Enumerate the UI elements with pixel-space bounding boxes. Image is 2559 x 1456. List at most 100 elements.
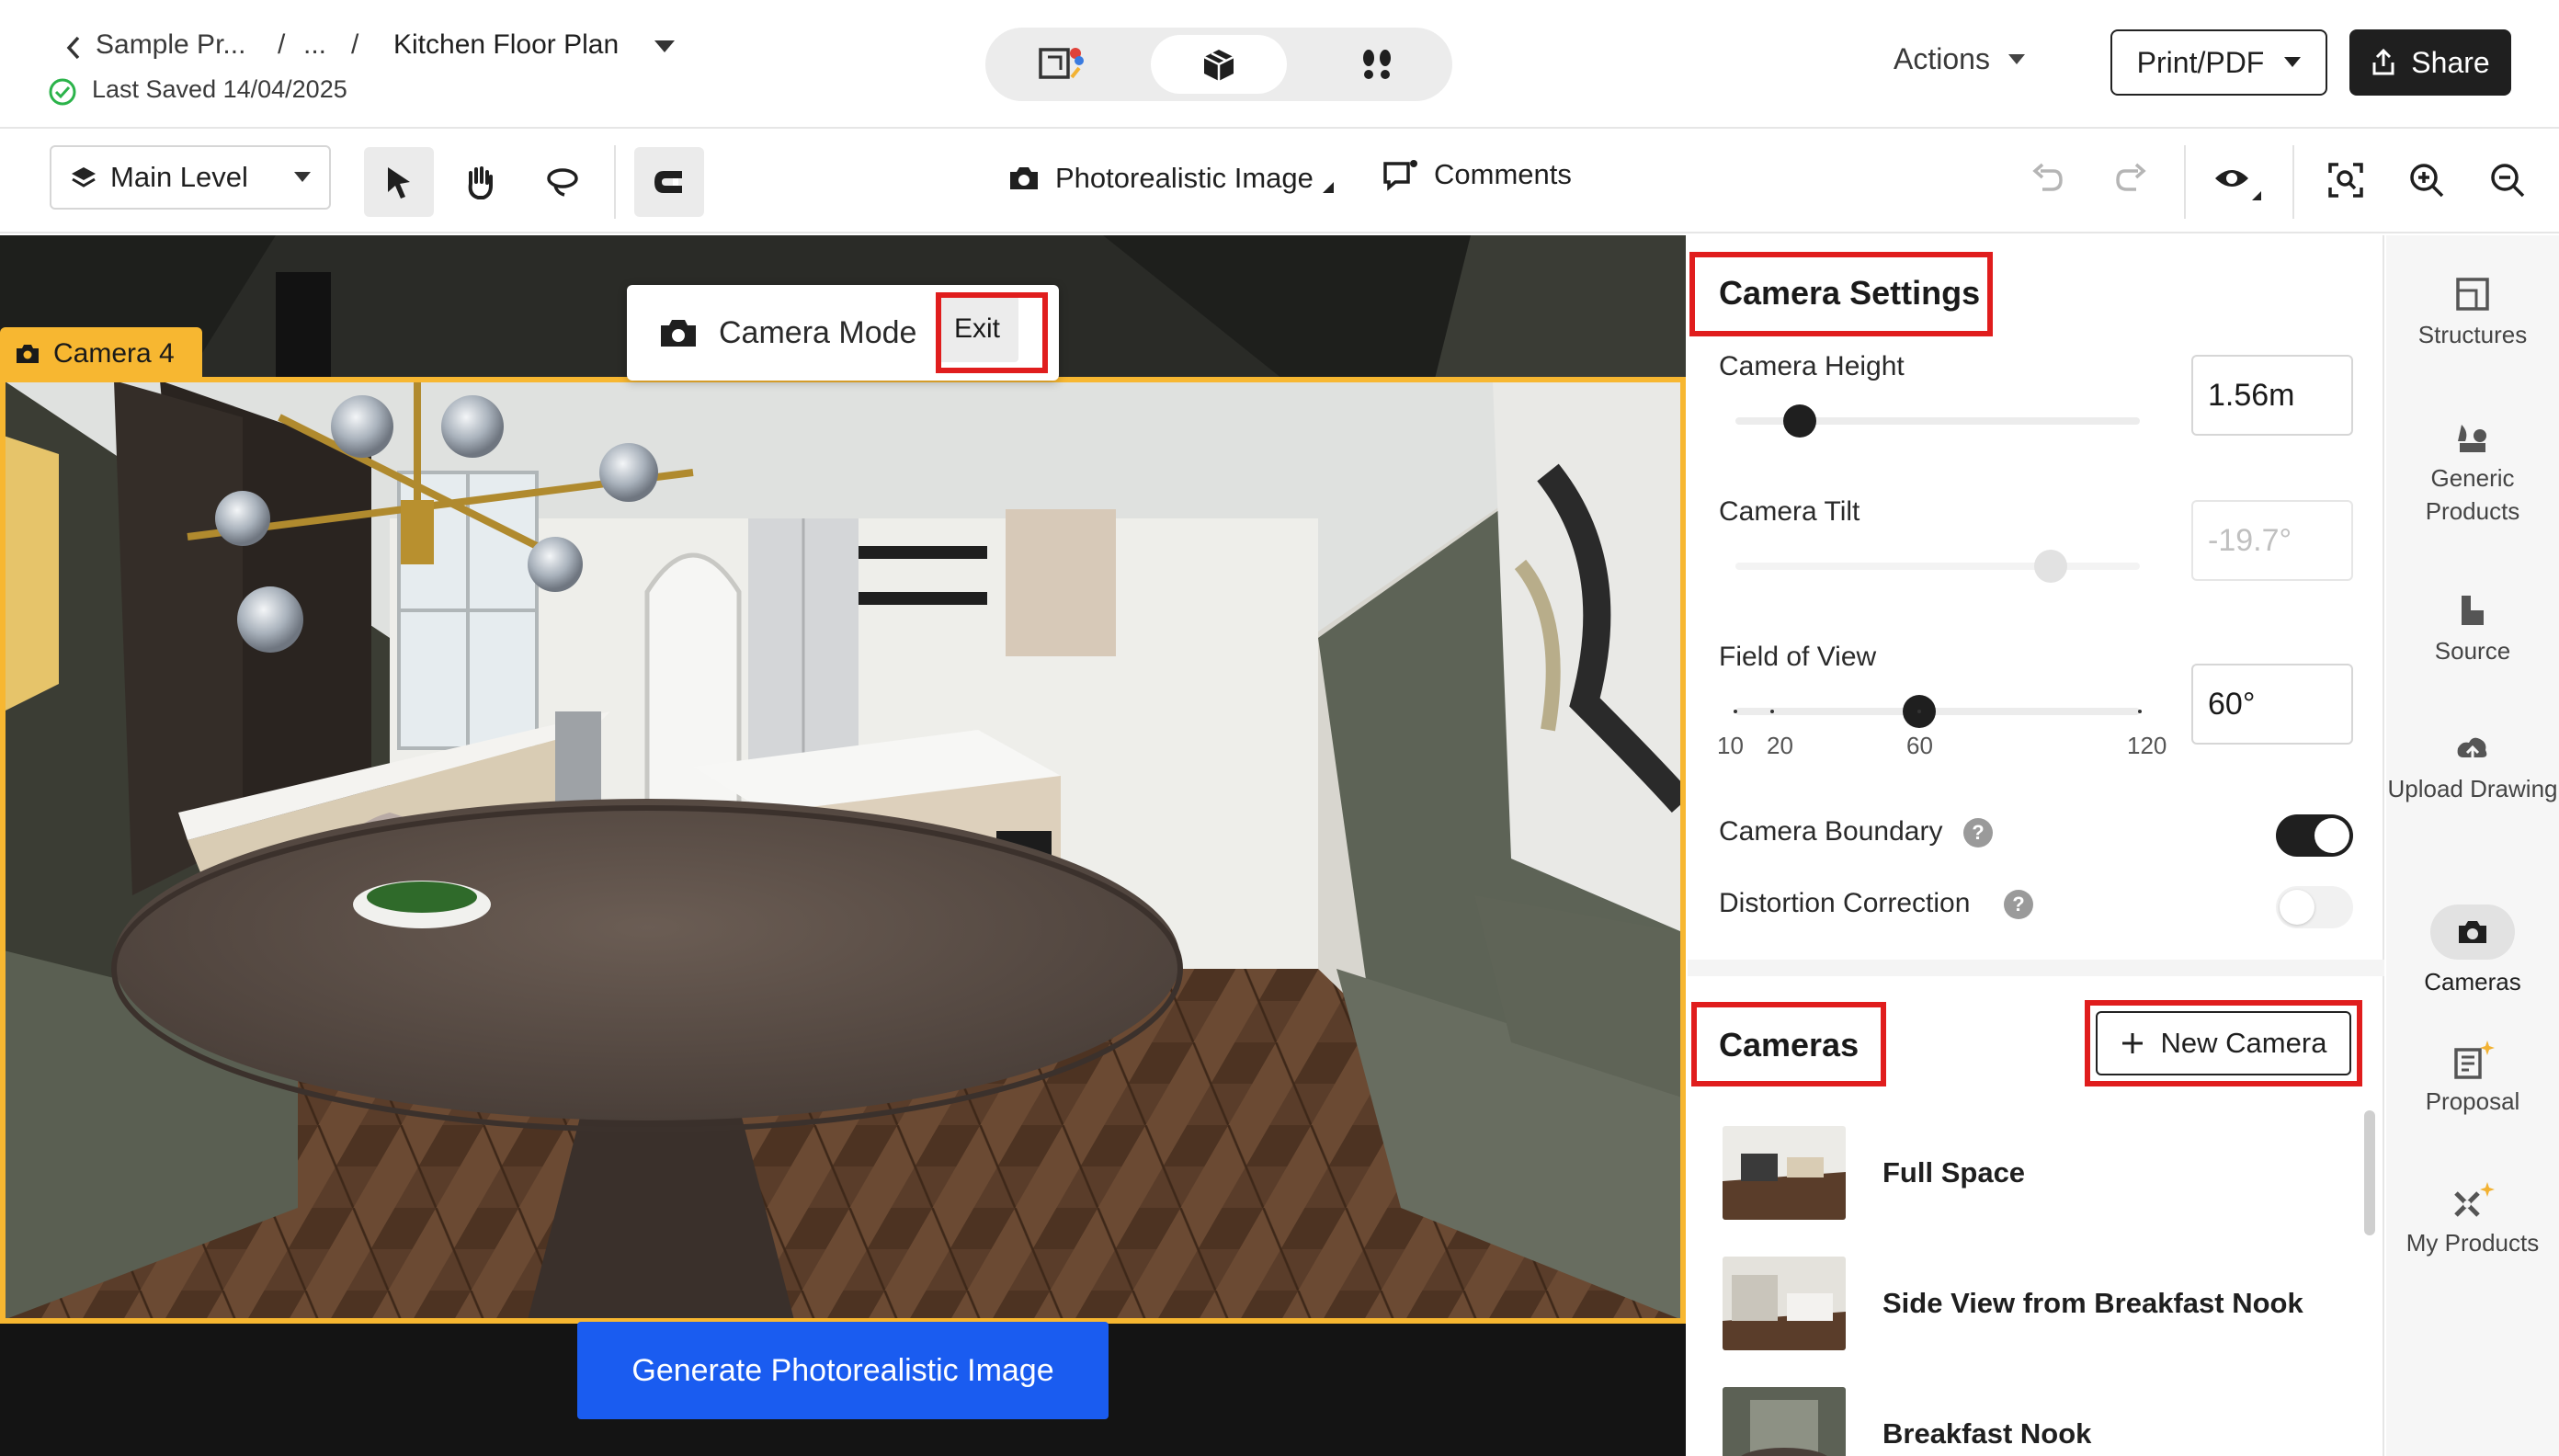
toggle-knob [2280, 890, 2314, 925]
view-walkthrough-button[interactable] [1309, 35, 1445, 94]
camera-view-frame [0, 377, 1686, 1324]
rail-item-generic-products[interactable]: Generic Products [2386, 419, 2559, 528]
actions-menu[interactable]: Actions [1894, 42, 2025, 76]
rail-item-cameras[interactable]: Cameras [2386, 904, 2559, 998]
camera-mode-label: Camera Mode [719, 314, 917, 350]
rail-item-upload-drawing[interactable]: Upload Drawing [2386, 734, 2559, 805]
toggle-knob [2314, 818, 2349, 853]
lasso-icon [544, 165, 581, 199]
zoom-in-icon[interactable] [2408, 162, 2445, 199]
new-camera-button[interactable]: New Camera [2096, 1011, 2351, 1075]
photorealistic-image-tab[interactable]: Photorealistic Image [1007, 162, 1334, 195]
walkthrough-icon [1359, 46, 1395, 83]
camera-item-name: Breakfast Nook [1882, 1417, 2092, 1450]
rail-label: Generic Products [2425, 464, 2520, 525]
main-toolbar: Main Level Photorealistic Image Comments [0, 131, 2559, 233]
redo-icon[interactable] [2112, 162, 2149, 195]
camera-settings-title: Camera Settings [1719, 274, 1981, 312]
select-tool[interactable] [364, 147, 434, 217]
rail-item-proposal[interactable]: Proposal [2386, 1039, 2559, 1118]
zoom-out-icon[interactable] [2489, 162, 2526, 199]
plan-title: Kitchen Floor Plan [393, 29, 620, 60]
camera-tag-label: Camera 4 [53, 338, 175, 369]
camera-tilt-track[interactable] [1735, 563, 2140, 570]
help-icon[interactable]: ? [2004, 890, 2033, 919]
toolbar-divider [2292, 145, 2294, 219]
rail-label: Proposal [2425, 1087, 2520, 1115]
breadcrumb-separator: / [351, 29, 359, 60]
layers-icon [70, 165, 97, 190]
upload-drawing-icon [2454, 734, 2491, 767]
structures-icon [2454, 276, 2491, 313]
camera-boundary-toggle[interactable] [2276, 814, 2353, 857]
source-icon [2454, 592, 2491, 629]
last-saved-status: Last Saved 14/04/2025 [92, 75, 347, 103]
rail-item-structures[interactable]: Structures [2386, 276, 2559, 351]
level-label: Main Level [110, 161, 248, 193]
visibility-eye-icon[interactable] [2213, 164, 2261, 200]
chevron-left-icon[interactable] [64, 35, 83, 61]
3d-box-icon [1200, 46, 1237, 83]
cursor-arrow-icon [382, 164, 415, 200]
rail-item-my-products[interactable]: My Products [2386, 1180, 2559, 1259]
chevron-down-icon [294, 172, 311, 183]
camera-tilt-input[interactable]: -19.7° [2191, 500, 2353, 581]
actions-label: Actions [1894, 42, 1990, 75]
rail-item-source[interactable]: Source [2386, 592, 2559, 667]
fov-tick-mark [1917, 710, 1921, 713]
cameras-list-scrollbar[interactable] [2364, 1110, 2375, 1235]
comment-icon [1382, 158, 1419, 191]
help-icon[interactable]: ? [1963, 818, 1993, 847]
camera-height-input[interactable]: 1.56m [2191, 355, 2353, 436]
print-pdf-button[interactable]: Print/PDF [2110, 29, 2327, 96]
section-divider [1688, 960, 2384, 976]
2d-plan-icon [1037, 44, 1085, 85]
fov-tick-mark [1770, 710, 1774, 713]
pan-tool[interactable] [445, 147, 515, 217]
view-mode-toggle [985, 28, 1452, 101]
camera-list-item[interactable]: Side View from Breakfast Nook [1723, 1256, 2348, 1351]
camera-tilt-label: Camera Tilt [1719, 496, 1860, 527]
measure-tool[interactable] [634, 147, 704, 217]
share-label: Share [2411, 45, 2490, 79]
view-3d-button[interactable] [1151, 35, 1287, 94]
app-header: Sample Pr... / ... / Kitchen Floor Plan … [0, 0, 2559, 129]
share-icon [2371, 49, 2396, 76]
3d-viewport[interactable]: Camera 4 Camera Mode Exit Generate Photo… [0, 235, 1686, 1456]
camera-tilt-slider-thumb[interactable] [2034, 550, 2068, 583]
camera-list-item[interactable]: Full Space [1723, 1125, 2348, 1221]
undo-icon[interactable] [2030, 162, 2066, 195]
cameras-icon [2430, 904, 2515, 960]
level-select[interactable]: Main Level [50, 145, 331, 210]
photo-label: Photorealistic Image [1055, 162, 1314, 194]
my-products-icon [2451, 1180, 2495, 1221]
rail-label: Source [2434, 637, 2511, 665]
plus-icon [2121, 1031, 2144, 1055]
camera-thumbnail [1723, 1387, 1846, 1456]
comments-tab[interactable]: Comments [1382, 158, 1572, 191]
field-of-view-input[interactable]: 60° [2191, 664, 2353, 745]
camera-item-name: Side View from Breakfast Nook [1882, 1287, 2303, 1319]
field-of-view-track[interactable] [1735, 708, 2140, 715]
plan-dropdown-icon[interactable] [654, 40, 675, 53]
camera-height-slider-thumb[interactable] [1783, 404, 1817, 438]
fov-tick-label: 20 [1767, 732, 1793, 759]
chevron-down-icon [2284, 57, 2302, 68]
zoom-fit-icon[interactable] [2327, 162, 2364, 199]
breadcrumb-ellipsis[interactable]: ... [303, 29, 326, 61]
camera-item-name: Full Space [1882, 1156, 2026, 1189]
breadcrumb-project[interactable]: Sample Pr... [96, 29, 245, 61]
view-2d-button[interactable] [993, 35, 1129, 94]
camera-icon [658, 316, 699, 349]
generate-photorealistic-button[interactable]: Generate Photorealistic Image [577, 1322, 1109, 1419]
cameras-title: Cameras [1719, 1026, 1860, 1064]
lasso-tool[interactable] [528, 147, 597, 217]
distortion-correction-toggle[interactable] [2276, 886, 2353, 928]
camera-settings-panel: Camera Settings Camera Height 1.56m Came… [1688, 235, 2384, 1456]
rail-label: My Products [2405, 1229, 2540, 1257]
fov-tick-mark [1734, 710, 1737, 713]
share-button[interactable]: Share [2349, 29, 2511, 96]
proposal-icon [2451, 1039, 2495, 1079]
camera-list-item[interactable]: Breakfast Nook [1723, 1386, 2348, 1456]
camera-thumbnail [1723, 1257, 1846, 1350]
